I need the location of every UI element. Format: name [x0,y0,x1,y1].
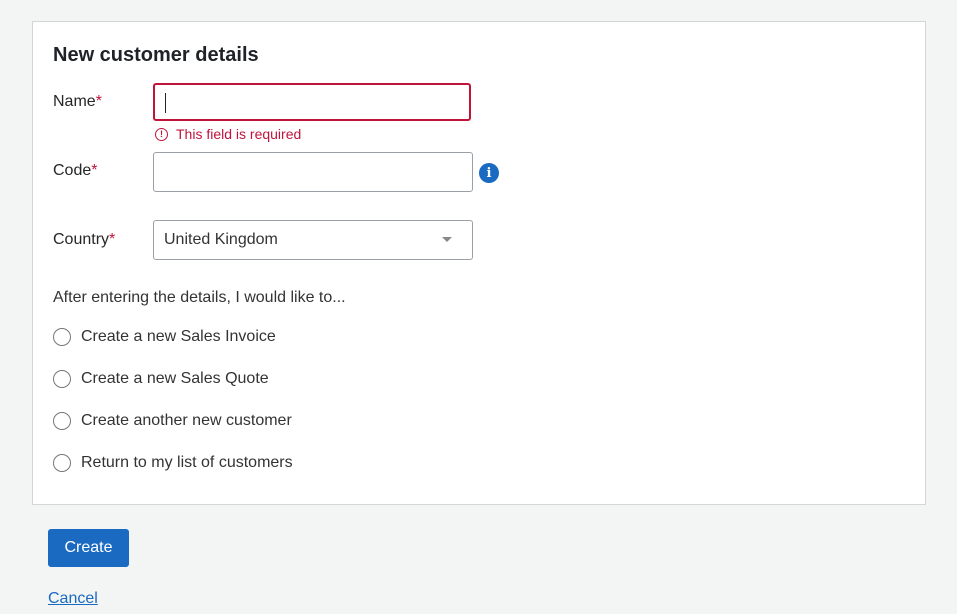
option-label: Create a new Sales Invoice [81,328,276,345]
required-marker: * [95,93,102,110]
form-title: New customer details [53,44,259,66]
required-marker: * [109,231,116,248]
radio-button[interactable] [53,328,71,346]
name-label: Name* [53,93,102,111]
radio-button[interactable] [53,370,71,388]
option-another-customer[interactable]: Create another new customer [53,412,292,430]
option-sales-quote[interactable]: Create a new Sales Quote [53,370,269,388]
code-input[interactable] [153,152,473,192]
code-label-text: Code [53,162,92,179]
create-button[interactable]: Create [48,529,129,567]
name-label-text: Name [53,93,96,110]
cancel-link[interactable]: Cancel [48,590,98,608]
text-caret [165,93,166,113]
radio-button[interactable] [53,412,71,430]
option-label: Create a new Sales Quote [81,370,269,387]
after-details-prompt: After entering the details, I would like… [53,289,346,306]
code-label: Code* [53,162,97,180]
country-selected-value: United Kingdom [164,231,278,248]
country-label-text: Country [53,231,110,248]
option-label: Return to my list of customers [81,454,293,471]
required-marker: * [91,162,98,179]
country-select[interactable]: United Kingdom [153,220,473,260]
name-input[interactable] [153,83,471,121]
info-icon[interactable]: i [479,163,499,183]
option-sales-invoice[interactable]: Create a new Sales Invoice [53,328,276,346]
customer-details-panel: New customer details Name* ! This field … [32,21,926,505]
error-icon: ! [155,127,168,141]
radio-button[interactable] [53,454,71,472]
name-error-text: This field is required [176,126,302,142]
option-return-to-list[interactable]: Return to my list of customers [53,454,293,472]
name-error-message: ! This field is required [153,126,301,142]
chevron-down-icon [442,237,452,242]
country-label: Country* [53,231,115,249]
option-label: Create another new customer [81,412,292,429]
